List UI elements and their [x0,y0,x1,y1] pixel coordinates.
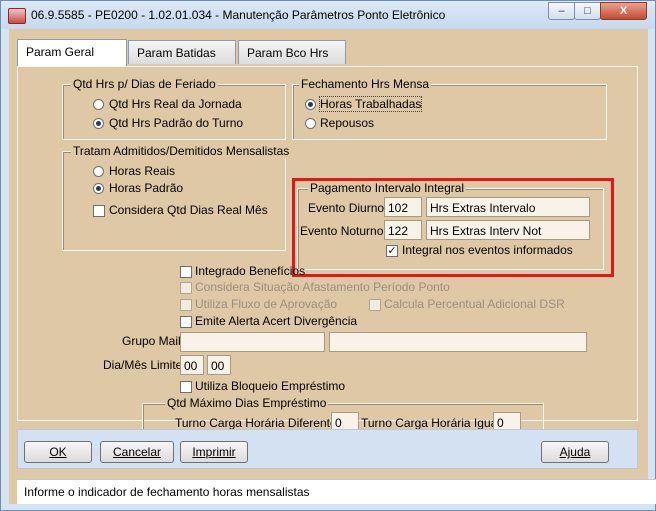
emprestimo-legend: Qtd Máximo Dias Empréstimo [165,396,329,410]
grupo-mail-label: Grupo Mail: [122,334,185,348]
tab-panel-param-geral: Qtd Hrs p/ Dias de Feriado Qtd Hrs Real … [17,66,638,440]
radio-horas-reais-label: Horas Reais [109,164,176,178]
imprimir-button-label: Imprimir [192,445,236,459]
radio-horas-trabalhadas[interactable] [305,99,316,110]
checkbox-alerta-divergencia[interactable] [180,316,192,328]
radio-horas-trabalhadas-label: Horas Trabalhadas [318,96,423,112]
dia-input[interactable]: 00 [180,355,204,375]
checkbox-fluxo-aprovacao-label: Utiliza Fluxo de Aprovação [195,297,338,311]
ajuda-button-label: Ajuda [559,445,591,459]
title-bar: 06.9.5585 - PE0200 - 1.02.01.034 - Manut… [1,1,655,29]
turno-igual-label: Turno Carga Horária Igual: [361,416,504,430]
checkbox-fluxo-aprovacao[interactable] [180,299,192,311]
highlight-box [292,178,614,277]
admitidos-legend: Tratam Admitidos/Demitidos Mensalistas [71,144,292,158]
grupo-mail-input[interactable] [180,332,325,352]
maximize-button[interactable]: □ [574,2,601,20]
tab-param-bco-hrs[interactable]: Param Bco Hrs [238,40,346,64]
app-icon [8,8,26,24]
radio-padrao-turno-label: Qtd Hrs Padrão do Turno [109,116,244,130]
checkbox-qtd-dias-real[interactable] [93,205,105,217]
fechamento-group: Fechamento Hrs Mensa Horas Trabalhadas R… [292,77,607,140]
ok-button[interactable]: OK [24,441,92,463]
cancelar-button-label: Cancelar [112,445,162,459]
imprimir-button[interactable]: Imprimir [180,441,248,463]
window-title: 06.9.5585 - PE0200 - 1.02.01.034 - Manut… [31,8,446,22]
radio-repousos[interactable] [305,118,316,129]
radio-horas-reais[interactable] [93,166,104,177]
radio-real-jornada[interactable] [93,99,104,110]
ok-button-label: OK [49,445,67,459]
fechamento-legend: Fechamento Hrs Mensa [299,77,432,91]
tab-param-batidas[interactable]: Param Batidas [128,40,236,64]
grupo-mail-desc [329,332,587,352]
checkbox-percentual-dsr-label: Calcula Percentual Adicional DSR [384,297,565,311]
checkbox-alerta-divergencia-label: Emite Alerta Acert Divergência [195,314,358,328]
radio-horas-padrao-label: Horas Padrão [109,181,184,195]
radio-padrao-turno[interactable] [93,118,104,129]
feriado-legend: Qtd Hrs p/ Dias de Feriado [71,77,218,91]
checkbox-integrado-beneficios-label: Integrado Benefícios [195,264,306,278]
close-button[interactable]: X [600,2,647,20]
checkbox-bloqueio-emprestimo-label: Utiliza Bloqueio Empréstimo [195,379,346,393]
main-window: 06.9.5585 - PE0200 - 1.02.01.034 - Manut… [0,0,656,511]
status-bar: Informe o indicador de fechamento horas … [17,479,656,504]
admitidos-group: Tratam Admitidos/Demitidos Mensalistas H… [62,144,292,251]
radio-repousos-label: Repousos [320,116,375,130]
checkbox-integrado-beneficios[interactable] [180,266,192,278]
checkbox-percentual-dsr[interactable] [369,299,381,311]
turno-diferente-label: Turno Carga Horária Diferente: [175,416,340,430]
radio-real-jornada-label: Qtd Hrs Real da Jornada [109,97,242,111]
radio-horas-padrao[interactable] [93,183,104,194]
minimize-button[interactable]: – [548,2,575,20]
checkbox-bloqueio-emprestimo[interactable] [180,381,192,393]
button-bar: OK Cancelar Imprimir Ajuda [17,429,638,469]
cancelar-button[interactable]: Cancelar [100,441,174,463]
mes-input[interactable]: 00 [207,355,231,375]
ajuda-button[interactable]: Ajuda [541,441,609,463]
client-area: Param Geral Param Batidas Param Bco Hrs … [9,29,656,504]
checkbox-qtd-dias-real-label: Considera Qtd Dias Real Mês [109,203,268,217]
dia-mes-limite-label: Dia/Mês Limite: [103,358,186,372]
tab-param-geral[interactable]: Param Geral [17,39,127,66]
checkbox-afastamento-label: Considera Situação Afastamento Período P… [195,280,450,294]
feriado-group: Qtd Hrs p/ Dias de Feriado Qtd Hrs Real … [62,77,286,140]
checkbox-afastamento[interactable] [180,282,192,294]
